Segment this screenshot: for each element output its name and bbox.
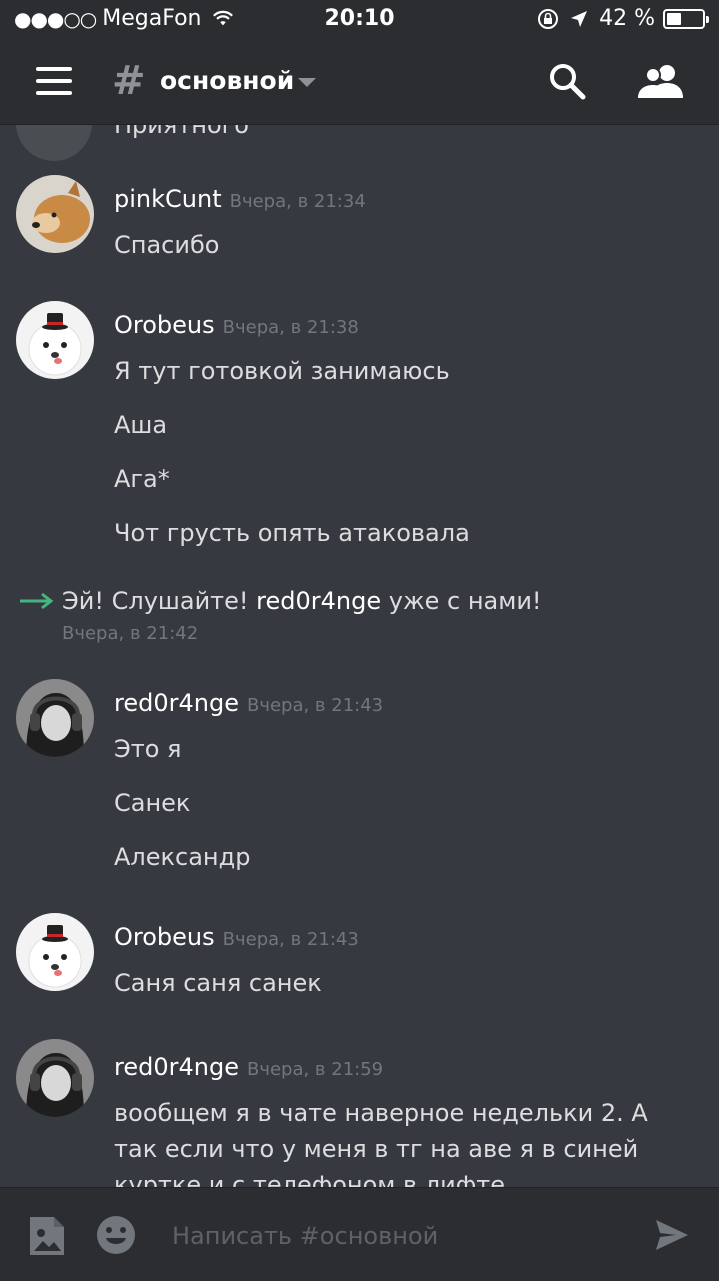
timestamp: Вчера, в 21:42 <box>62 623 199 644</box>
search-icon[interactable] <box>548 62 586 100</box>
message-text: Ага* <box>114 465 170 493</box>
message-text: вообщем я в чате наверное недельки 2. А … <box>114 1099 648 1187</box>
chevron-down-icon[interactable] <box>298 78 316 87</box>
send-icon[interactable] <box>654 1218 690 1252</box>
message-text: Александр <box>114 843 251 871</box>
timestamp: Вчера, в 21:43 <box>222 929 359 950</box>
join-text-before: Эй! Слушайте! <box>62 587 257 615</box>
message-header: Orobeus Вчера, в 21:43 <box>114 923 359 951</box>
username[interactable]: red0r4nge <box>114 1053 239 1081</box>
status-bar: ●●●○○ MegaFon 20:10 42 % <box>0 0 719 40</box>
hash-icon: # <box>112 58 146 104</box>
avatar[interactable] <box>16 1039 94 1117</box>
join-text: Эй! Слушайте! red0r4nge уже с нами! <box>62 587 542 615</box>
timestamp: Вчера, в 21:43 <box>246 695 384 716</box>
avatar[interactable] <box>16 301 94 379</box>
emoji-icon[interactable] <box>96 1215 136 1255</box>
battery-tip <box>706 15 709 23</box>
message-header: pinkCunt Вчера, в 21:34 <box>114 185 366 213</box>
message-composer <box>0 1187 719 1281</box>
username[interactable]: red0r4nge <box>114 689 239 717</box>
status-right: 42 % <box>537 6 709 31</box>
message-text: Это я <box>114 735 182 763</box>
username[interactable]: pinkCunt <box>114 185 222 213</box>
image-upload-icon[interactable] <box>28 1215 66 1257</box>
avatar[interactable] <box>16 913 94 991</box>
message-text: Санек <box>114 789 191 817</box>
message-text: Аша <box>114 411 168 439</box>
username[interactable]: Orobeus <box>114 923 215 951</box>
message-text: Я тут готовкой занимаюсь <box>114 357 450 385</box>
system-join-message: Эй! Слушайте! red0r4nge уже с нами! <box>18 587 542 615</box>
message-list[interactable]: Приятного pinkCunt Вчера, в 21:34 Спасиб… <box>0 125 719 1187</box>
join-text-after: уже с нами! <box>381 587 542 615</box>
join-username[interactable]: red0r4nge <box>256 587 381 615</box>
avatar[interactable] <box>16 679 94 757</box>
location-arrow-icon <box>571 10 588 27</box>
members-icon[interactable] <box>637 62 685 102</box>
avatar[interactable] <box>16 125 92 161</box>
username[interactable]: Orobeus <box>114 311 215 339</box>
timestamp: Вчера, в 21:34 <box>229 191 366 212</box>
timestamp: Вчера, в 21:38 <box>222 317 359 338</box>
battery-level <box>667 12 681 25</box>
timestamp: Вчера, в 21:59 <box>246 1059 384 1080</box>
battery-percent: 42 % <box>599 6 655 31</box>
message-text: Приятного <box>114 125 249 139</box>
rotation-lock-icon <box>538 8 559 29</box>
battery-icon <box>663 8 709 29</box>
arrow-right-icon <box>20 592 54 610</box>
channel-header: # основной <box>0 40 719 125</box>
message-text: Саня саня санек <box>114 969 322 997</box>
channel-name[interactable]: основной <box>160 66 294 95</box>
message-input[interactable] <box>172 1218 612 1254</box>
message-header: red0r4nge Вчера, в 21:59 <box>114 1053 383 1081</box>
message-header: red0r4nge Вчера, в 21:43 <box>114 689 383 717</box>
menu-icon[interactable] <box>36 67 72 95</box>
message-text: Спасибо <box>114 231 220 259</box>
avatar[interactable] <box>16 175 94 253</box>
message-text: Чот грусть опять атаковала <box>114 519 470 547</box>
message-header: Orobeus Вчера, в 21:38 <box>114 311 359 339</box>
